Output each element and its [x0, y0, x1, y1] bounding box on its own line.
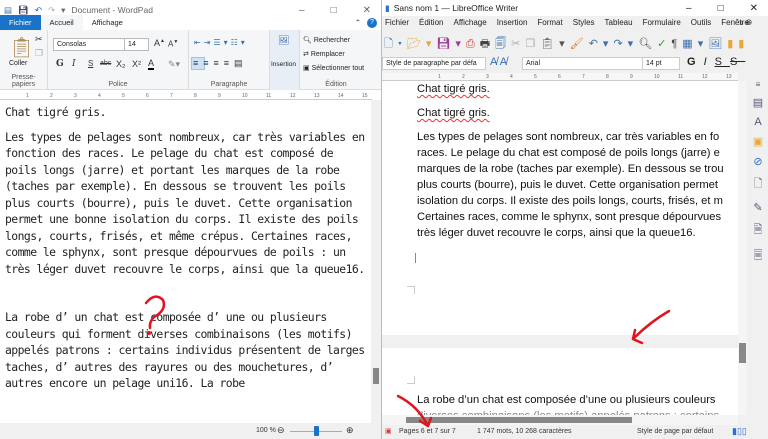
annotation-layer [144, 295, 671, 428]
question-mark-annotation [144, 295, 166, 330]
question-mark-dot [147, 331, 151, 335]
arrow-annotation [631, 309, 671, 345]
arrow-annotation [396, 394, 433, 428]
